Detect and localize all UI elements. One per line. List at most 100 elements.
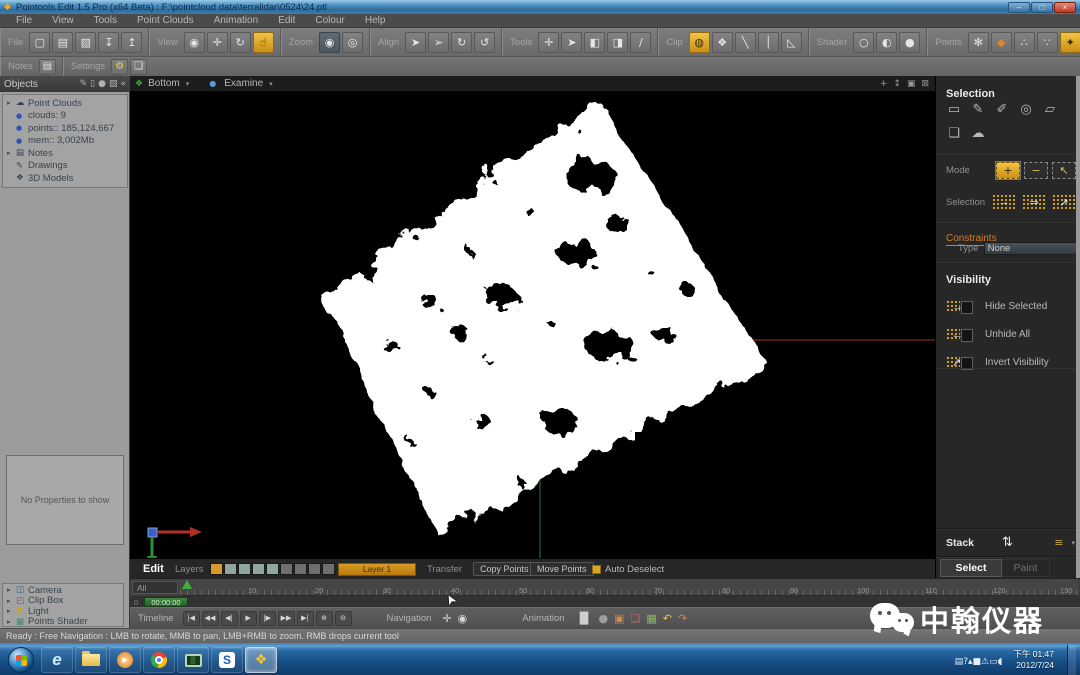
timeline-ruler-strip[interactable]: 102030405060708090100110120130 — [180, 579, 1078, 596]
undo-icon[interactable]: ↶ — [663, 612, 672, 625]
add-note-icon[interactable]: ▤ — [39, 59, 56, 75]
circle-select-icon[interactable]: ◎ — [1014, 100, 1038, 119]
layer-swatch[interactable] — [266, 563, 279, 575]
taskbar-chrome[interactable] — [143, 647, 175, 673]
go-start-button[interactable]: |◀ — [183, 611, 200, 626]
mode-add-button[interactable]: + — [996, 162, 1020, 179]
scene-tree-item[interactable]: ▸ ▦ Points Shader — [3, 617, 123, 628]
taskbar-clock[interactable]: 下午 01:47 2012/7/24 — [1007, 649, 1062, 670]
scene-tree-item[interactable]: ▸ ◰ Clip Box — [3, 596, 123, 607]
mode-invert-button[interactable]: ↖ — [1052, 162, 1076, 179]
measure-icon[interactable]: ✛ — [538, 32, 559, 53]
point-size-icon[interactable]: ✻ — [968, 32, 989, 53]
close-button[interactable]: × — [1054, 2, 1076, 13]
layer-swatch[interactable] — [252, 563, 265, 575]
import-icon[interactable]: ↧ — [98, 32, 119, 53]
network-tray-icon[interactable]: ▭ — [989, 657, 998, 667]
constraint-type-dropdown[interactable]: None ▾ — [984, 242, 1080, 255]
expander-icon[interactable]: ▸ — [7, 597, 16, 605]
sparse-points-icon[interactable]: ∴ — [1014, 32, 1035, 53]
zoom-window-icon[interactable]: ◎ — [342, 32, 363, 53]
anim-film-icon[interactable]: ▣ — [614, 612, 624, 625]
unhide-all-button[interactable]: ← Unhide All — [946, 327, 1080, 342]
gear-icon[interactable]: ⚙ — [111, 59, 128, 75]
layer-swatch[interactable] — [238, 563, 251, 575]
smooth-shader-icon[interactable]: ◐ — [876, 32, 897, 53]
navigation-mode-dropdown[interactable]: Examine — [224, 78, 263, 89]
app-green-tray-icon[interactable]: ■ — [973, 657, 982, 667]
export-icon[interactable]: ↥ — [121, 32, 142, 53]
layer-swatch[interactable] — [280, 563, 293, 575]
tree-item[interactable]: ▸ ▤ Notes — [3, 147, 127, 160]
glossy-shader-icon[interactable]: ● — [899, 32, 920, 53]
go-end-button[interactable]: ▶| — [297, 611, 314, 626]
chevron-down-icon[interactable]: ▾ — [269, 80, 273, 88]
polygon-select-icon[interactable]: ✎ — [966, 100, 990, 119]
scene-tree-item[interactable]: ▸ ◫ Camera — [3, 585, 123, 596]
warning-tray-icon[interactable]: ⚠ — [981, 657, 989, 667]
pan-view-icon[interactable]: ✛ — [207, 32, 228, 53]
rotate-ccw-icon[interactable]: ↺ — [474, 32, 495, 53]
tab-paint[interactable]: Paint — [1002, 559, 1050, 577]
rotate-cw-icon[interactable]: ↻ — [451, 32, 472, 53]
swap-view-icon[interactable]: ↕ — [893, 79, 901, 89]
menu-item[interactable]: View — [42, 15, 84, 26]
anim-stop-icon[interactable]: ● — [598, 612, 608, 625]
redo-icon[interactable]: ↷ — [678, 612, 687, 625]
clip-plane-z-icon[interactable]: ◺ — [781, 32, 802, 53]
expander-icon[interactable]: ▸ — [7, 618, 16, 626]
mode-subtract-button[interactable]: − — [1024, 162, 1048, 179]
tab-select[interactable]: Select — [940, 559, 1002, 577]
start-button[interactable] — [8, 647, 34, 673]
layer-swatch[interactable] — [322, 563, 335, 575]
title-bar[interactable]: ◆ Pointools Edit 1.5 Pro (x64 Beta) : F:… — [0, 0, 1080, 14]
clip-plane-y-icon[interactable]: │ — [758, 32, 779, 53]
layer-swatch[interactable] — [210, 563, 223, 575]
tree-item[interactable]: ● points:: 185,124,667 — [3, 122, 127, 135]
menu-item[interactable]: Tools — [84, 15, 127, 26]
zoom-extents-icon[interactable]: ◉ — [184, 32, 205, 53]
rect-select-icon[interactable]: ▭ — [942, 100, 966, 119]
stack-swap-icon[interactable]: ⇅ — [1002, 535, 1013, 550]
step-forward-button[interactable]: |▶ — [259, 611, 276, 626]
tree-item[interactable]: ❖ 3D Models — [3, 172, 127, 185]
expander-icon[interactable]: ▸ — [7, 607, 16, 615]
intensity-icon[interactable]: ✦ — [1060, 32, 1080, 53]
align-cursor-icon[interactable]: ➤ — [405, 32, 426, 53]
menu-item[interactable]: Point Clouds — [127, 15, 204, 26]
taskbar-pointools-active[interactable]: ❖ — [245, 647, 277, 673]
step-back-button[interactable]: ◀| — [221, 611, 238, 626]
zoom-nav-icon[interactable]: ◉ — [458, 612, 468, 625]
plane-select-icon[interactable]: ▱ — [1038, 100, 1062, 119]
taskbar-media-player[interactable]: ▶ — [109, 647, 141, 673]
layer-swatch[interactable] — [308, 563, 321, 575]
taskbar-internet-explorer[interactable]: e — [41, 647, 73, 673]
orbit-view-icon[interactable]: ↻ — [230, 32, 251, 53]
remove-key-button[interactable]: ⊖ — [335, 611, 352, 626]
copy-points-button[interactable]: Copy Points — [473, 562, 536, 576]
dense-points-icon[interactable]: ∵ — [1037, 32, 1058, 53]
delete-object-icon[interactable]: ▯ — [90, 79, 95, 89]
layer-swatch[interactable] — [294, 563, 307, 575]
paint-bucket-select-icon[interactable]: ❏ — [942, 124, 966, 143]
clip-toggle-icon[interactable]: ◍ — [689, 32, 710, 53]
taskbar-remote-viewer[interactable]: ▒ — [177, 647, 209, 673]
maximize-view-icon[interactable]: ▣ — [907, 79, 916, 89]
expander-icon[interactable]: ▸ — [7, 99, 16, 107]
copy-selection-icon[interactable]: → — [992, 194, 1016, 210]
close-view-icon[interactable]: ⊠ — [921, 79, 929, 89]
menu-item[interactable]: Animation — [204, 15, 268, 26]
pan-nav-icon[interactable]: ✛ — [442, 612, 451, 625]
add-key-button[interactable]: ⊕ — [316, 611, 333, 626]
layers-label[interactable]: Layers — [175, 559, 204, 579]
auto-deselect-checkbox[interactable] — [592, 565, 601, 574]
expander-icon[interactable]: ▸ — [7, 149, 16, 157]
show-desktop-button[interactable] — [1067, 645, 1076, 675]
align-angle-icon[interactable]: ➢ — [428, 32, 449, 53]
stack-list-icon[interactable]: ≡ — [1054, 536, 1063, 549]
clip-box-icon[interactable]: ❖ — [712, 32, 733, 53]
timeline-all-box[interactable]: All — [132, 581, 178, 594]
edit-object-icon[interactable]: ✎ — [80, 79, 88, 89]
layer-swatch[interactable] — [224, 563, 237, 575]
layers-settings-icon[interactable]: ❏ — [130, 59, 147, 75]
